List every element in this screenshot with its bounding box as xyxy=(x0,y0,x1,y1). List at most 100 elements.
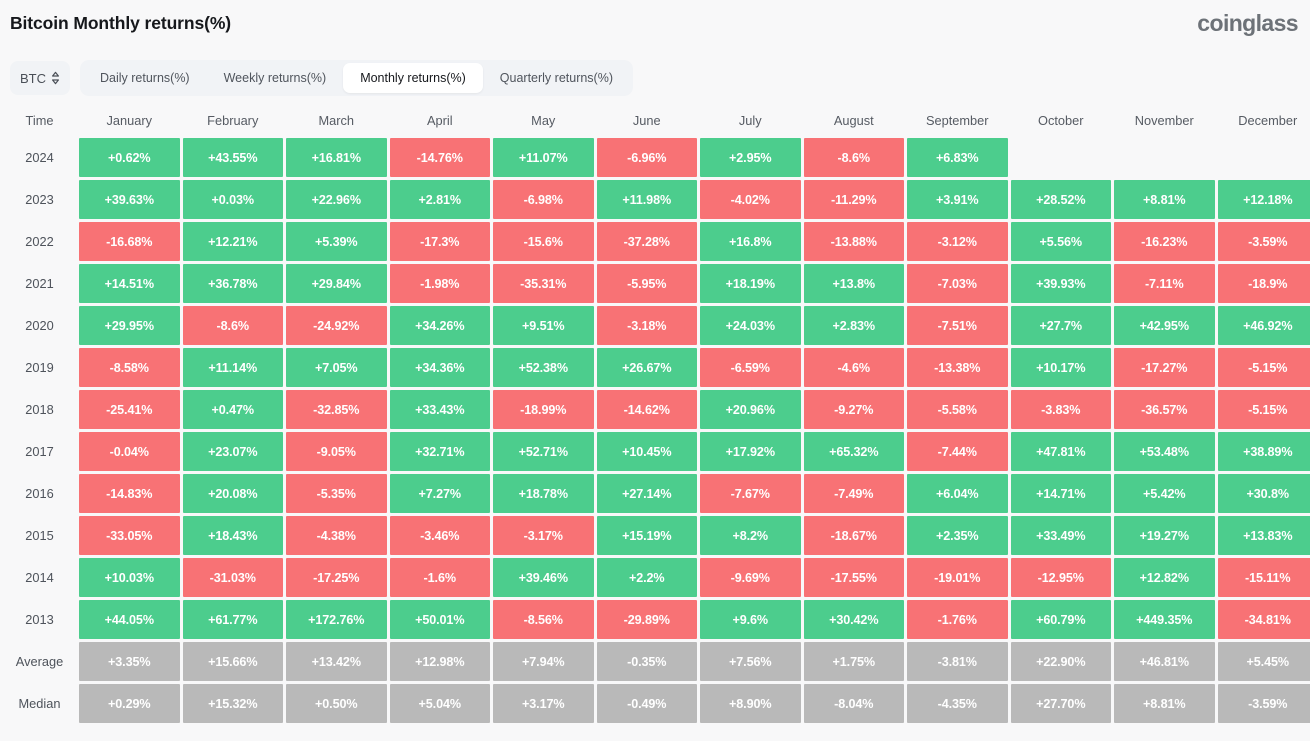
return-cell[interactable]: +32.71% xyxy=(389,432,490,471)
return-cell[interactable]: +18.78% xyxy=(493,474,594,513)
return-cell[interactable]: +43.55% xyxy=(182,138,283,177)
return-cell[interactable]: -14.62% xyxy=(596,390,697,429)
return-cell[interactable]: +26.67% xyxy=(596,348,697,387)
return-cell[interactable]: -3.59% xyxy=(1217,222,1310,261)
return-cell[interactable]: -0.04% xyxy=(79,432,180,471)
return-cell[interactable]: -12.95% xyxy=(1010,558,1111,597)
return-cell[interactable]: +30.42% xyxy=(803,600,904,639)
return-cell[interactable]: -18.9% xyxy=(1217,264,1310,303)
return-cell[interactable]: +3.17% xyxy=(493,684,594,723)
return-cell[interactable]: +29.84% xyxy=(286,264,387,303)
return-cell[interactable]: -4.38% xyxy=(286,516,387,555)
return-cell[interactable]: -34.81% xyxy=(1217,600,1310,639)
return-cell[interactable]: -13.38% xyxy=(907,348,1008,387)
tab-daily-returns[interactable]: Daily returns(%) xyxy=(83,63,207,93)
return-cell[interactable]: +7.56% xyxy=(700,642,801,681)
return-cell[interactable]: -3.81% xyxy=(907,642,1008,681)
return-cell[interactable]: -31.03% xyxy=(182,558,283,597)
return-cell[interactable]: +2.35% xyxy=(907,516,1008,555)
return-cell[interactable]: +10.03% xyxy=(79,558,180,597)
return-cell[interactable]: +50.01% xyxy=(389,600,490,639)
return-cell[interactable]: +7.05% xyxy=(286,348,387,387)
return-cell[interactable]: -5.58% xyxy=(907,390,1008,429)
return-cell[interactable]: +29.95% xyxy=(79,306,180,345)
tab-monthly-returns[interactable]: Monthly returns(%) xyxy=(343,63,483,93)
return-cell[interactable]: -0.35% xyxy=(596,642,697,681)
return-cell[interactable]: -8.6% xyxy=(182,306,283,345)
return-cell[interactable]: -11.29% xyxy=(803,180,904,219)
return-cell[interactable]: +10.45% xyxy=(596,432,697,471)
return-cell[interactable]: -14.83% xyxy=(79,474,180,513)
return-cell[interactable]: +46.92% xyxy=(1217,306,1310,345)
return-cell[interactable]: -16.23% xyxy=(1114,222,1215,261)
return-cell[interactable]: +18.19% xyxy=(700,264,801,303)
return-cell[interactable]: -4.02% xyxy=(700,180,801,219)
return-cell[interactable]: +28.52% xyxy=(1010,180,1111,219)
return-cell[interactable]: +17.92% xyxy=(700,432,801,471)
return-cell[interactable]: -18.99% xyxy=(493,390,594,429)
return-cell[interactable]: +38.89% xyxy=(1217,432,1310,471)
return-cell[interactable]: +3.91% xyxy=(907,180,1008,219)
return-cell[interactable]: +11.98% xyxy=(596,180,697,219)
return-cell[interactable]: +0.50% xyxy=(286,684,387,723)
return-cell[interactable]: +5.56% xyxy=(1010,222,1111,261)
return-cell[interactable]: +5.45% xyxy=(1217,642,1310,681)
return-cell[interactable]: -5.95% xyxy=(596,264,697,303)
return-cell[interactable]: +22.96% xyxy=(286,180,387,219)
return-cell[interactable]: +39.93% xyxy=(1010,264,1111,303)
return-cell[interactable]: +65.32% xyxy=(803,432,904,471)
return-cell[interactable]: -3.18% xyxy=(596,306,697,345)
return-cell[interactable]: -6.96% xyxy=(596,138,697,177)
return-cell[interactable]: +39.46% xyxy=(493,558,594,597)
return-cell[interactable]: -1.76% xyxy=(907,600,1008,639)
return-cell[interactable]: +34.36% xyxy=(389,348,490,387)
return-cell[interactable]: -19.01% xyxy=(907,558,1008,597)
return-cell[interactable]: +449.35% xyxy=(1114,600,1215,639)
return-cell[interactable]: +14.71% xyxy=(1010,474,1111,513)
return-cell[interactable]: +1.75% xyxy=(803,642,904,681)
return-cell[interactable]: -37.28% xyxy=(596,222,697,261)
return-cell[interactable]: -7.44% xyxy=(907,432,1008,471)
return-cell[interactable]: -18.67% xyxy=(803,516,904,555)
return-cell[interactable]: +5.04% xyxy=(389,684,490,723)
return-cell[interactable]: -8.56% xyxy=(493,600,594,639)
return-cell[interactable]: -36.57% xyxy=(1114,390,1215,429)
return-cell[interactable]: -8.58% xyxy=(79,348,180,387)
return-cell[interactable]: +34.26% xyxy=(389,306,490,345)
return-cell[interactable]: +172.76% xyxy=(286,600,387,639)
return-cell[interactable]: +11.07% xyxy=(493,138,594,177)
return-cell[interactable]: +23.07% xyxy=(182,432,283,471)
return-cell[interactable]: +27.70% xyxy=(1010,684,1111,723)
return-cell[interactable]: -1.6% xyxy=(389,558,490,597)
return-cell[interactable]: -6.98% xyxy=(493,180,594,219)
return-cell[interactable]: +60.79% xyxy=(1010,600,1111,639)
return-cell[interactable]: +12.82% xyxy=(1114,558,1215,597)
return-cell[interactable]: -9.27% xyxy=(803,390,904,429)
return-cell[interactable]: +52.71% xyxy=(493,432,594,471)
return-cell[interactable]: -7.03% xyxy=(907,264,1008,303)
return-cell[interactable]: -6.59% xyxy=(700,348,801,387)
return-cell[interactable]: -17.25% xyxy=(286,558,387,597)
return-cell[interactable]: +30.8% xyxy=(1217,474,1310,513)
return-cell[interactable]: +5.42% xyxy=(1114,474,1215,513)
return-cell[interactable]: -3.46% xyxy=(389,516,490,555)
return-cell[interactable]: +46.81% xyxy=(1114,642,1215,681)
return-cell[interactable]: +13.83% xyxy=(1217,516,1310,555)
return-cell[interactable]: -14.76% xyxy=(389,138,490,177)
return-cell[interactable]: +52.38% xyxy=(493,348,594,387)
return-cell[interactable]: -8.04% xyxy=(803,684,904,723)
coin-selector[interactable]: BTC xyxy=(10,61,70,95)
return-cell[interactable]: -7.11% xyxy=(1114,264,1215,303)
return-cell[interactable]: +8.90% xyxy=(700,684,801,723)
return-cell[interactable]: +0.29% xyxy=(79,684,180,723)
return-cell[interactable]: +61.77% xyxy=(182,600,283,639)
return-cell[interactable]: -1.98% xyxy=(389,264,490,303)
return-cell[interactable]: +33.49% xyxy=(1010,516,1111,555)
return-cell[interactable]: +6.83% xyxy=(907,138,1008,177)
return-cell[interactable]: +5.39% xyxy=(286,222,387,261)
return-cell[interactable]: +15.19% xyxy=(596,516,697,555)
return-cell[interactable]: -7.51% xyxy=(907,306,1008,345)
return-cell[interactable]: +8.81% xyxy=(1114,180,1215,219)
return-cell[interactable]: -3.83% xyxy=(1010,390,1111,429)
return-cell[interactable]: +2.83% xyxy=(803,306,904,345)
